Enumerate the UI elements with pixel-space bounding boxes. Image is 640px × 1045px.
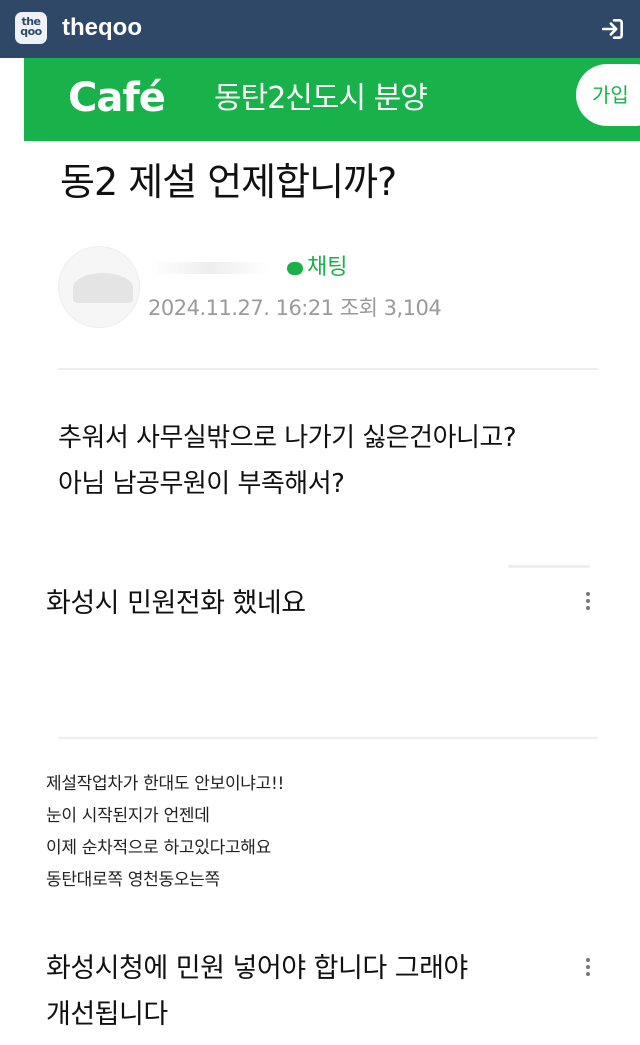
post-body-line: 아님 남공무원이 부족해서? <box>58 469 345 499</box>
comment-title: 화성시 민원전화 했네요 <box>46 588 306 619</box>
post-body: 추워서 사무실밖으로 나가기 싫은건아니고? 아님 남공무원이 부족해서? <box>58 415 517 507</box>
cafe-logo: Café <box>68 75 166 121</box>
cafe-name: 동탄2신도시 분양 <box>214 81 428 116</box>
post-body-line: 추워서 사무실밖으로 나가기 싫은건아니고? <box>58 423 517 453</box>
post-meta: 2024.11.27. 16:21 조회 3,104 <box>148 296 442 320</box>
chat-label: 채팅 <box>307 255 348 280</box>
author-avatar <box>58 246 140 328</box>
post-title: 동2 제설 언제합니까? <box>60 160 397 204</box>
cafe-header: Café 동탄2신도시 분양 가입 <box>24 58 640 141</box>
cafe-join-button: 가입 <box>576 64 640 126</box>
comment-body-line: 이제 순차적으로 하고있다고해요 <box>46 838 271 858</box>
chat-icon <box>287 261 303 275</box>
more-options-icon <box>582 589 594 617</box>
comment-title-line: 개선됩니다 <box>46 999 168 1030</box>
comment-body-line: 동탄대로쪽 영천동오는쪽 <box>46 870 220 890</box>
divider <box>58 737 598 739</box>
site-logo[interactable]: the qoo <box>15 12 47 44</box>
author-name-redacted <box>150 262 270 274</box>
login-icon[interactable] <box>600 16 626 42</box>
comment-title-line: 화성시청에 민원 넣어야 합니다 그래야 <box>46 953 468 984</box>
more-options-icon <box>582 955 594 983</box>
comment-title: 화성시청에 민원 넣어야 합니다 그래야 개선됩니다 <box>46 946 468 1038</box>
comment-body-line: 제설작업차가 한대도 안보이냐고!! <box>46 774 284 794</box>
divider <box>508 565 590 568</box>
chat-link: 채팅 <box>287 252 347 284</box>
comment-body-line: 눈이 시작된지가 언젠데 <box>46 806 210 826</box>
site-name[interactable]: theqoo <box>62 14 142 42</box>
comment-body: 제설작업차가 한대도 안보이냐고!! 눈이 시작된지가 언젠데 이제 순차적으로… <box>46 768 284 896</box>
site-header: the qoo theqoo <box>0 0 640 58</box>
divider <box>58 368 598 370</box>
